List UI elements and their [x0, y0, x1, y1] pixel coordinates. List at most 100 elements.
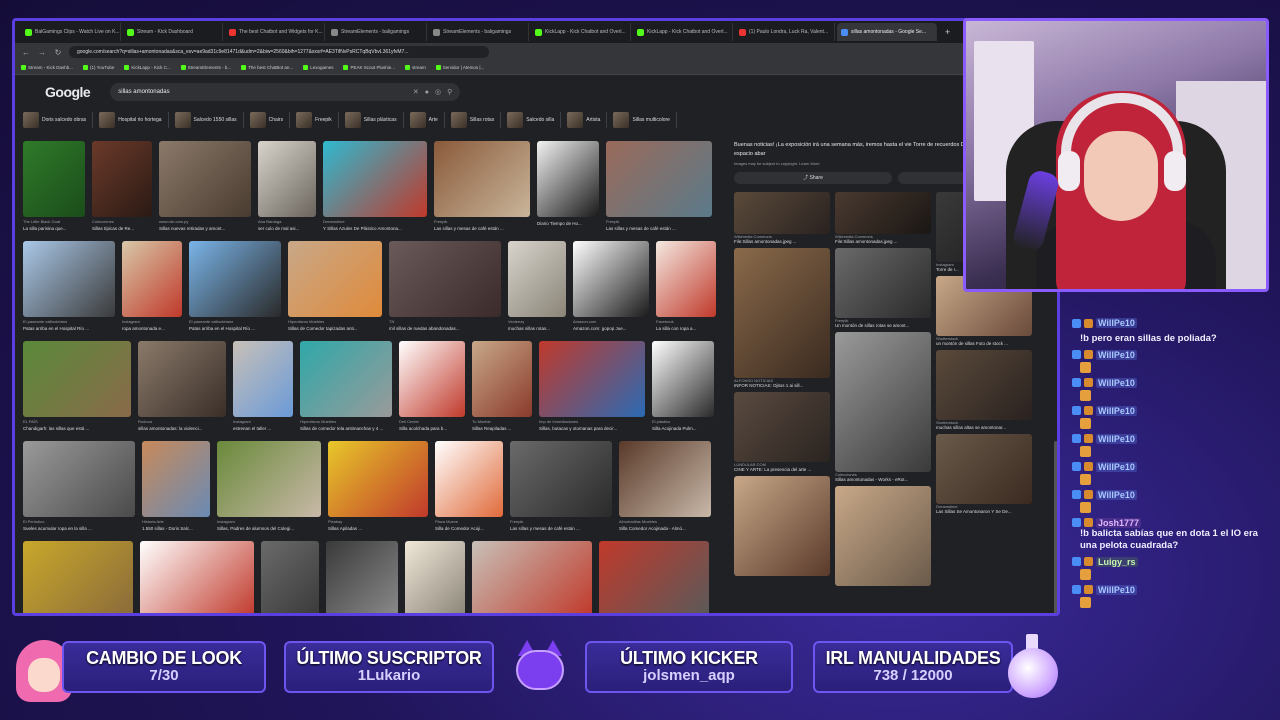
google-search-box[interactable]: sillas amontonadas ✕ ● ◎ ⚲ — [110, 83, 461, 101]
related-thumbnail[interactable] — [835, 331, 931, 472]
image-result[interactable]: EL PAÍS Chandigarh: las sillas que está .… — [23, 341, 131, 431]
result-title[interactable]: Y Sillas Azules De Plástico Amontona... — [323, 226, 427, 231]
image-result[interactable]: Instagram estrenan el taller ... — [233, 341, 293, 431]
related-thumbnail[interactable] — [835, 191, 931, 234]
related-title[interactable]: CINE Y ARTE: La presencia del arte ... — [734, 467, 830, 472]
related-thumbnail[interactable] — [936, 433, 1032, 504]
scrollbar[interactable] — [1054, 441, 1057, 613]
related-title[interactable]: INFOR NOTICIAS: Ojitos 1 ai sill... — [734, 383, 830, 388]
related-image[interactable] — [734, 475, 830, 576]
image-result[interactable] — [23, 541, 133, 613]
related-title[interactable]: un montón de sillas Foto de stock ... — [936, 341, 1032, 346]
google-logo[interactable]: Google — [45, 84, 91, 100]
result-thumbnail[interactable] — [92, 141, 152, 217]
result-thumbnail[interactable] — [217, 441, 321, 517]
result-title[interactable]: Silla Comedor Acojinada - Almó... — [619, 526, 711, 531]
browser-tab[interactable]: StreamElements - baligamings — [429, 23, 529, 41]
result-thumbnail[interactable] — [138, 341, 226, 417]
bookmark-item[interactable]: StreamElements - b... — [180, 65, 231, 70]
image-result[interactable]: Historia Arte 1.550 sillas - Doris Salc..… — [142, 441, 210, 531]
result-title[interactable]: Sillas Reapiladas ... — [472, 426, 532, 431]
result-title[interactable]: Diario Tiempo de Ho... — [537, 221, 599, 226]
image-result[interactable]: El paseante vallisoletano Patas arriba en… — [189, 241, 281, 331]
filter-chip[interactable]: Artista — [567, 112, 608, 128]
filter-chip[interactable]: Arte — [409, 112, 445, 128]
result-title[interactable]: Patas arriba en el Hospital Río ... — [23, 326, 115, 331]
related-image[interactable] — [835, 485, 931, 586]
browser-tab[interactable]: sillas amontonadas - Google Se... — [837, 23, 937, 41]
filter-chip[interactable]: Freepik — [296, 112, 339, 128]
result-thumbnail[interactable] — [619, 441, 711, 517]
bookmark-item[interactable]: Servidor | Atemos |... — [435, 65, 484, 70]
image-result[interactable]: Diario Tiempo de Ho... — [537, 141, 599, 231]
result-title[interactable]: La silla con ropa a... — [656, 326, 716, 331]
image-result[interactable]: Colecciones Sillas típicas de Re... — [92, 141, 152, 231]
bookmark-item[interactable]: Lexogames — [303, 65, 333, 70]
image-result[interactable]: Freepik Las sillas y mesas de café están … — [434, 141, 530, 231]
image-result[interactable]: The Little Black Goat La silla parisina q… — [23, 141, 85, 231]
reload-icon[interactable]: ↻ — [53, 48, 63, 57]
filter-chip[interactable]: Salcedo 1550 sillas — [174, 112, 244, 128]
image-result[interactable]: Amazon.com Amazon.com: gopop Jue... — [573, 241, 649, 331]
bookmark-item[interactable]: PEAK Scout Plushie... — [343, 65, 395, 70]
related-title[interactable]: Sillas amontonadas - Works - eRut... — [835, 477, 931, 482]
result-thumbnail[interactable] — [606, 141, 712, 217]
result-thumbnail[interactable] — [288, 241, 382, 317]
related-image[interactable]: Freepik Un montón de sillas rotas se amon… — [835, 247, 931, 328]
image-result[interactable] — [261, 541, 319, 613]
related-title[interactable]: File:Sillas amontonadas.jpeg ... — [734, 239, 830, 244]
result-title[interactable]: Sueles acumular ropa en la silla ... — [23, 526, 135, 531]
result-thumbnail[interactable] — [328, 441, 428, 517]
bookmark-item[interactable]: Stream - Kick Dashb... — [21, 65, 73, 70]
related-thumbnail[interactable] — [734, 391, 830, 462]
forward-icon[interactable]: → — [37, 48, 47, 57]
result-title[interactable]: Sillas de Comedor tapizadas anti... — [288, 326, 382, 331]
filter-chip[interactable]: Doris salcedo obras — [23, 112, 94, 128]
browser-tab[interactable]: KickLapp - Kick Chatbot and Overl... — [531, 23, 631, 41]
result-thumbnail[interactable] — [233, 341, 293, 417]
result-title[interactable]: Sillas nuevas retiradas y amont... — [159, 226, 251, 231]
result-thumbnail[interactable] — [472, 541, 592, 613]
result-thumbnail[interactable] — [23, 441, 135, 517]
result-thumbnail[interactable] — [656, 241, 716, 317]
result-thumbnail[interactable] — [261, 541, 319, 613]
browser-tab[interactable]: KickLapp - Kick Chatbot and Overl... — [633, 23, 733, 41]
browser-tab[interactable]: (1) Paulo Londra, Luck Ra, Valent... — [735, 23, 835, 41]
image-result[interactable]: Pixabay Sillas Apiladas ... — [328, 441, 428, 531]
image-result[interactable]: Almohadilas Muebles Silla Comedor Acojina… — [619, 441, 711, 531]
related-title[interactable]: File:Sillas amontonadas.jpeg ... — [835, 239, 931, 244]
result-title[interactable]: sillas amontonadas: la violenci... — [138, 426, 226, 431]
browser-tab[interactable]: StreamElements - baligamings — [327, 23, 427, 41]
filter-chip[interactable]: Sillas plásticas — [344, 112, 404, 128]
bookmark-item[interactable]: The best ChatBot an... — [241, 65, 293, 70]
image-result[interactable]: Facebook La silla con ropa a... — [656, 241, 716, 331]
related-image[interactable]: LUNDULAR.COM CINE Y ARTE: La presencia de… — [734, 391, 830, 472]
lens-icon[interactable]: ◎ — [435, 88, 441, 96]
image-result[interactable]: Dreamstime Y Sillas Azules De Plástico Am… — [323, 141, 427, 231]
image-result[interactable]: El plástico Silla Acojinada Pulm... — [652, 341, 714, 431]
result-title[interactable]: muchas sillas rotas... — [508, 326, 566, 331]
filter-chip[interactable]: Sillas multicolore — [613, 112, 677, 128]
related-image[interactable]: Colecciones Sillas amontonadas - Works - … — [835, 331, 931, 482]
result-title[interactable]: Sillas Apiladas ... — [328, 526, 428, 531]
result-thumbnail[interactable] — [23, 241, 115, 317]
result-title[interactable]: ropa amontonada e... — [122, 326, 182, 331]
related-title[interactable]: muchas sillas altas se amontonar... — [936, 425, 1032, 430]
related-thumbnail[interactable] — [835, 247, 931, 318]
bookmark-item[interactable]: KickLapp - Kick C... — [124, 65, 171, 70]
filter-chip[interactable]: Chairs — [249, 112, 291, 128]
image-result[interactable]: Hipnotismo Muebles Sillas de Comedor tapi… — [288, 241, 382, 331]
browser-tab[interactable]: BalGamings Clips - Watch Live on K... — [21, 23, 121, 41]
result-thumbnail[interactable] — [434, 141, 530, 217]
result-title[interactable]: Silla de Comedor Acoji... — [435, 526, 503, 531]
filter-chip[interactable]: Hospital rio hortega — [99, 112, 169, 128]
result-thumbnail[interactable] — [122, 241, 182, 317]
bookmark-item[interactable]: (1) YouTube — [83, 65, 114, 70]
result-thumbnail[interactable] — [189, 241, 281, 317]
result-thumbnail[interactable] — [537, 141, 599, 217]
url-input[interactable]: google.com/search?q=sillas+amontonadas&s… — [69, 46, 489, 58]
result-thumbnail[interactable] — [472, 341, 532, 417]
result-thumbnail[interactable] — [508, 241, 566, 317]
result-thumbnail[interactable] — [399, 341, 465, 417]
image-result[interactable]: www.rdn.com.py Sillas nuevas retiradas y … — [159, 141, 251, 231]
